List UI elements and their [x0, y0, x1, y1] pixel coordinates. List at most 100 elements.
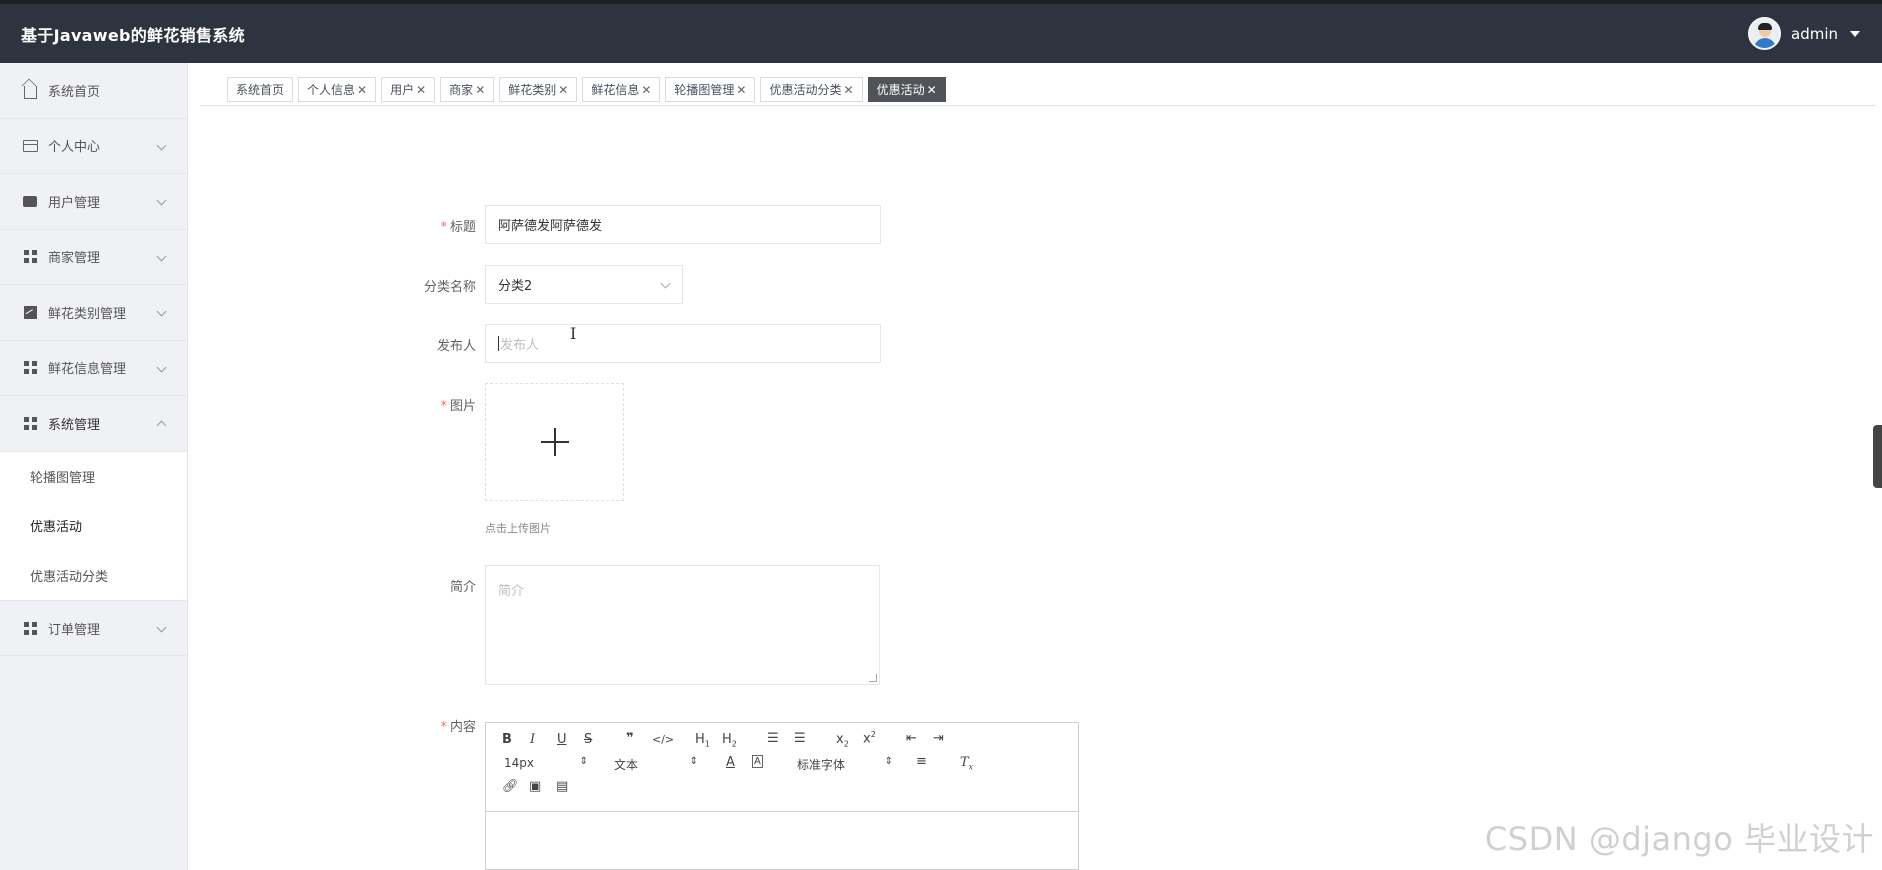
underline-icon[interactable]: U — [557, 732, 567, 747]
sidebar-item-personal-center[interactable]: 个人中心 — [0, 119, 187, 174]
indent-icon[interactable]: ⇥ — [933, 731, 944, 746]
sidebar-item-label: 个人中心 — [48, 140, 101, 156]
heading2-icon[interactable]: H2 — [722, 732, 737, 749]
outdent-icon[interactable]: ⇤ — [906, 731, 917, 746]
sidebar-subitem-promotion-categories[interactable]: 优惠活动分类 — [0, 551, 187, 601]
heading1-icon[interactable]: H1 — [695, 732, 710, 749]
image-icon[interactable]: ▣ — [529, 779, 541, 794]
category-value: 分类2 — [498, 279, 533, 294]
clear-format-icon[interactable]: Tx — [960, 755, 973, 772]
grid-icon — [22, 360, 38, 376]
publisher-input[interactable]: 发布人 — [485, 324, 881, 363]
plus-icon — [540, 428, 569, 456]
sidebar-item-system[interactable]: 系统管理 — [0, 396, 187, 452]
sidebar-item-merchants[interactable]: 商家管理 — [0, 230, 187, 285]
watermark: CSDN @django 毕业设计 — [1484, 820, 1874, 858]
chevron-down-icon — [660, 278, 671, 289]
scrollbar-thumb[interactable] — [1873, 425, 1882, 488]
tab-promotions[interactable]: 优惠活动 ✕ — [867, 77, 946, 102]
close-icon[interactable]: ✕ — [641, 83, 651, 97]
sidebar-item-orders[interactable]: 订单管理 — [0, 600, 187, 656]
publisher-placeholder: 发布人 — [500, 338, 540, 353]
superscript-icon[interactable]: x2 — [863, 730, 876, 746]
sidebar-item-label: 鲜花类别管理 — [48, 306, 127, 322]
italic-icon[interactable]: I — [530, 732, 535, 747]
chevron-up-icon — [156, 420, 167, 431]
tab-flower-categories[interactable]: 鲜花类别 ✕ — [499, 77, 578, 102]
user-menu[interactable]: admin — [1748, 17, 1860, 50]
tab-label: 优惠活动 — [876, 83, 925, 97]
sidebar-item-label: 用户管理 — [48, 195, 101, 211]
intro-textarea[interactable]: 简介 — [485, 565, 880, 685]
category-select[interactable]: 分类2 — [485, 265, 683, 304]
close-icon[interactable]: ✕ — [558, 83, 568, 97]
close-icon[interactable]: ✕ — [927, 83, 937, 97]
grid-icon — [22, 249, 38, 265]
tab-merchants[interactable]: 商家 ✕ — [440, 77, 495, 102]
content-label: * 内容 — [440, 720, 476, 735]
title-input[interactable]: 阿萨德发阿萨德发 — [485, 205, 881, 244]
grid-icon — [22, 415, 38, 431]
close-icon[interactable]: ✕ — [475, 83, 485, 97]
editor-content[interactable] — [486, 812, 1078, 870]
tab-promotion-categories[interactable]: 优惠活动分类 ✕ — [760, 77, 863, 102]
intro-label: 简介 — [449, 580, 476, 595]
strike-icon[interactable]: S — [584, 732, 592, 747]
tab-flower-info[interactable]: 鲜花信息 ✕ — [582, 77, 661, 102]
chevron-down-icon — [156, 622, 167, 633]
username[interactable]: admin — [1791, 25, 1838, 43]
font-family-select[interactable]: 标准字体 — [797, 756, 893, 773]
tab-label: 个人信息 — [307, 83, 356, 97]
image-label: * 图片 — [440, 399, 476, 414]
sidebar-item-label: 系统首页 — [48, 84, 101, 100]
font-color-icon[interactable]: A — [726, 755, 735, 770]
upload-hint: 点击上传图片 — [485, 522, 551, 535]
top-header: 基于Javaweb的鲜花销售系统 admin — [0, 0, 1882, 63]
publisher-label: 发布人 — [436, 339, 476, 354]
sidebar-item-home[interactable]: 系统首页 — [0, 63, 187, 119]
tab-label: 用户 — [390, 83, 415, 97]
sidebar-item-label: 鲜花信息管理 — [48, 362, 127, 378]
sidebar-item-flower-info[interactable]: 鲜花信息管理 — [0, 341, 187, 396]
home-icon — [22, 82, 38, 99]
sidebar-item-flower-categories[interactable]: 鲜花类别管理 — [0, 285, 187, 341]
link-icon[interactable]: 🔗︎ — [502, 779, 519, 794]
sidebar-item-label: 商家管理 — [48, 251, 101, 267]
chat-icon — [22, 190, 38, 209]
tab-home[interactable]: 系统首页 — [227, 77, 294, 102]
close-icon[interactable]: ✕ — [844, 83, 854, 97]
tab-label: 优惠活动分类 — [769, 83, 842, 97]
image-upload[interactable] — [485, 383, 624, 501]
tab-personal-info[interactable]: 个人信息 ✕ — [298, 77, 377, 102]
sidebar-item-users[interactable]: 用户管理 — [0, 174, 187, 230]
font-size-select[interactable]: 14px — [504, 756, 588, 770]
align-icon[interactable]: ≡ — [916, 754, 927, 769]
video-icon[interactable]: ▤ — [556, 779, 568, 794]
resize-handle-icon[interactable] — [869, 674, 877, 682]
tab-label: 鲜花信息 — [591, 83, 640, 97]
subscript-icon[interactable]: x2 — [836, 732, 849, 749]
tab-carousel[interactable]: 轮播图管理 ✕ — [665, 77, 756, 102]
tab-label: 鲜花类别 — [508, 83, 557, 97]
close-icon[interactable]: ✕ — [736, 83, 746, 97]
chevron-down-icon — [156, 362, 167, 373]
grid-icon — [22, 620, 38, 636]
editor-toolbar: B I U S ❞ </> H1 H2 ☰ ☰ x2 x2 ⇤ ⇥ 14px 文… — [486, 723, 1078, 812]
close-icon[interactable]: ✕ — [416, 83, 426, 97]
sidebar-subitem-carousel[interactable]: 轮播图管理 — [0, 452, 187, 502]
close-icon[interactable]: ✕ — [357, 83, 367, 97]
category-label: 分类名称 — [423, 280, 476, 295]
ordered-list-icon[interactable]: ☰ — [767, 731, 779, 746]
bullet-list-icon[interactable]: ☰ — [794, 731, 806, 746]
background-color-icon[interactable]: A — [752, 755, 763, 768]
avatar[interactable] — [1748, 17, 1781, 50]
sidebar-subitem-promotions[interactable]: 优惠活动 — [0, 501, 187, 551]
chart-icon — [22, 304, 38, 320]
code-block-icon[interactable]: </> — [652, 733, 674, 746]
tab-users[interactable]: 用户 ✕ — [381, 77, 436, 102]
text-cursor-icon: I — [570, 324, 577, 343]
text-style-select[interactable]: 文本 — [614, 756, 698, 773]
bold-icon[interactable]: B — [502, 732, 512, 747]
blockquote-icon[interactable]: ❞ — [626, 731, 634, 746]
caret-down-icon[interactable] — [1850, 30, 1860, 37]
